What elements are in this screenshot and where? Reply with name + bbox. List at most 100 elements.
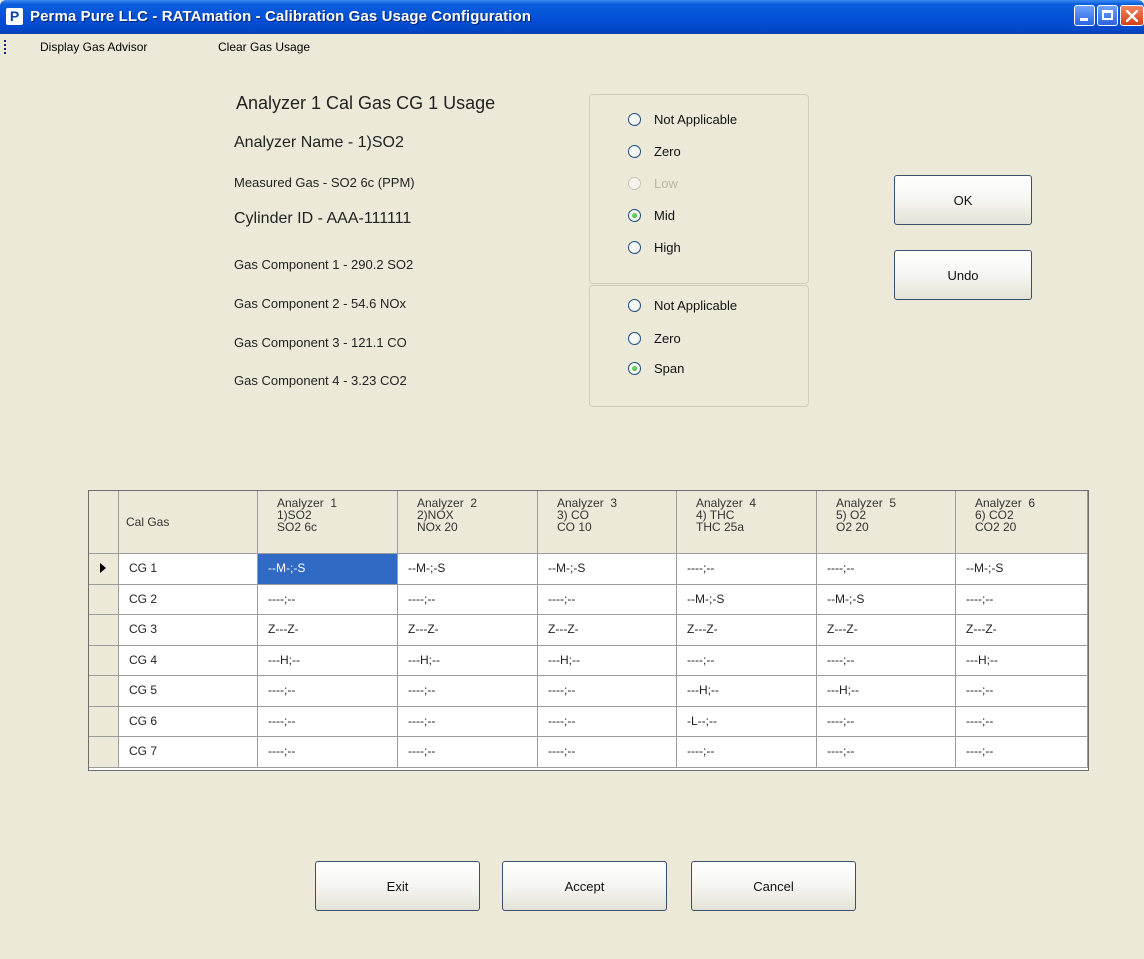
row-label-cg-4[interactable]: CG 4: [119, 646, 258, 676]
grid-cell[interactable]: ----;--: [538, 707, 677, 737]
grid-cell[interactable]: ----;--: [956, 676, 1088, 707]
grid-cell[interactable]: ---H;--: [677, 676, 817, 707]
gas-component-3: Gas Component 3 - 121.1 CO: [234, 335, 407, 350]
grid-cell[interactable]: ---H;--: [398, 646, 538, 676]
grid-cell[interactable]: ----;--: [258, 676, 398, 707]
radio-button[interactable]: [628, 332, 641, 345]
row-header[interactable]: [89, 676, 119, 707]
grid-cell[interactable]: ----;--: [538, 585, 677, 615]
row-header[interactable]: [89, 737, 119, 768]
grid-cell[interactable]: ----;--: [538, 676, 677, 707]
grid-cell[interactable]: --M-;-S: [677, 585, 817, 615]
row-header[interactable]: [89, 615, 119, 646]
cancel-button[interactable]: Cancel: [691, 861, 856, 911]
measured-gas: Measured Gas - SO2 6c (PPM): [234, 175, 415, 190]
grid-cell[interactable]: --M-;-S: [817, 585, 956, 615]
radio-button[interactable]: [628, 299, 641, 312]
grid-cell[interactable]: ----;--: [817, 737, 956, 768]
grid-cell[interactable]: ----;--: [817, 646, 956, 676]
grid-cell[interactable]: ----;--: [258, 737, 398, 768]
row-label-cg-5[interactable]: CG 5: [119, 676, 258, 707]
grid-cell[interactable]: --M-;-S: [258, 554, 398, 585]
current-row-arrow-icon: [100, 563, 106, 573]
radio-button[interactable]: [628, 362, 641, 375]
row-header[interactable]: [89, 707, 119, 737]
grid-cell[interactable]: --M-;-S: [956, 554, 1088, 585]
span-groupbox: Not Applicable Zero Span: [589, 285, 809, 407]
grid-cell[interactable]: ----;--: [956, 585, 1088, 615]
grid-cell[interactable]: Z---Z-: [398, 615, 538, 646]
grid-cell[interactable]: ----;--: [398, 676, 538, 707]
grid-cell[interactable]: ----;--: [817, 554, 956, 585]
column-header-analyzer-3[interactable]: Analyzer 3 3) CO CO 10: [538, 491, 677, 554]
row-label-cg-7[interactable]: CG 7: [119, 737, 258, 768]
grid-cell[interactable]: Z---Z-: [677, 615, 817, 646]
gas-component-1: Gas Component 1 - 290.2 SO2: [234, 257, 414, 272]
menu-grip[interactable]: [4, 40, 6, 54]
column-header-cal-gas[interactable]: Cal Gas: [119, 491, 258, 554]
grid-cell[interactable]: ----;--: [398, 585, 538, 615]
menu-bar: Display Gas Advisor Clear Gas Usage: [0, 34, 1144, 60]
radio-label: Mid: [654, 208, 675, 223]
close-button[interactable]: [1120, 5, 1144, 26]
grid-cell[interactable]: ----;--: [956, 737, 1088, 768]
column-header-analyzer-5[interactable]: Analyzer 5 5) O2 O2 20: [817, 491, 956, 554]
maximize-button[interactable]: [1097, 5, 1118, 26]
radio-button[interactable]: [628, 113, 641, 126]
minimize-button[interactable]: [1074, 5, 1095, 26]
menu-display-gas-advisor[interactable]: Display Gas Advisor: [40, 40, 147, 54]
undo-button[interactable]: Undo: [894, 250, 1032, 300]
cylinder-id: Cylinder ID - AAA-111111: [234, 210, 412, 227]
grid-cell[interactable]: --M-;-S: [538, 554, 677, 585]
grid-cell[interactable]: ----;--: [817, 707, 956, 737]
grid-cell[interactable]: ----;--: [258, 585, 398, 615]
grid-cell[interactable]: ----;--: [258, 707, 398, 737]
column-header-analyzer-6[interactable]: Analyzer 6 6) CO2 CO2 20: [956, 491, 1088, 554]
grid-cell[interactable]: ----;--: [677, 554, 817, 585]
row-header[interactable]: [89, 554, 119, 585]
column-header-analyzer-1[interactable]: Analyzer 1 1)SO2 SO2 6c: [258, 491, 398, 554]
radio-label: High: [654, 240, 681, 255]
radio-button[interactable]: [628, 209, 641, 222]
radio-label: Not Applicable: [654, 112, 738, 127]
close-icon: [1126, 10, 1138, 22]
row-label-cg-6[interactable]: CG 6: [119, 707, 258, 737]
column-header-analyzer-2[interactable]: Analyzer 2 2)NOX NOx 20: [398, 491, 538, 554]
row-label-cg-1[interactable]: CG 1: [119, 554, 258, 585]
column-header-analyzer-4[interactable]: Analyzer 4 4) THC THC 25a: [677, 491, 817, 554]
radio-label: Span: [654, 361, 685, 376]
grid-cell[interactable]: ----;--: [538, 737, 677, 768]
grid-cell[interactable]: --M-;-S: [398, 554, 538, 585]
row-header[interactable]: [89, 585, 119, 615]
grid-cell[interactable]: Z---Z-: [258, 615, 398, 646]
app-icon: P: [6, 8, 23, 25]
radio-button[interactable]: [628, 241, 641, 254]
grid-cell[interactable]: Z---Z-: [538, 615, 677, 646]
gas-component-2: Gas Component 2 - 54.6 NOx: [234, 296, 406, 311]
row-label-cg-3[interactable]: CG 3: [119, 615, 258, 646]
row-header[interactable]: [89, 646, 119, 676]
grid-cell[interactable]: Z---Z-: [817, 615, 956, 646]
grid-cell[interactable]: ---H;--: [817, 676, 956, 707]
radio-button: [628, 177, 641, 190]
menu-clear-gas-usage[interactable]: Clear Gas Usage: [218, 40, 310, 54]
grid-cell[interactable]: ----;--: [677, 737, 817, 768]
gas-component-4: Gas Component 4 - 3.23 CO2: [234, 373, 407, 388]
radio-button[interactable]: [628, 145, 641, 158]
accept-button[interactable]: Accept: [502, 861, 667, 911]
grid-cell[interactable]: ----;--: [677, 646, 817, 676]
exit-button[interactable]: Exit: [315, 861, 480, 911]
grid-cell[interactable]: Z---Z-: [956, 615, 1088, 646]
grid-cell[interactable]: ----;--: [956, 707, 1088, 737]
grid-cell[interactable]: ---H;--: [956, 646, 1088, 676]
grid-cell[interactable]: ----;--: [398, 737, 538, 768]
ok-button[interactable]: OK: [894, 175, 1032, 225]
window-title: Perma Pure LLC - RATAmation - Calibratio…: [30, 8, 531, 25]
grid-cell[interactable]: -L--;--: [677, 707, 817, 737]
maximize-icon: [1102, 10, 1113, 20]
grid-cell[interactable]: ----;--: [398, 707, 538, 737]
row-label-cg-2[interactable]: CG 2: [119, 585, 258, 615]
grid-cell[interactable]: ---H;--: [258, 646, 398, 676]
radio-label: Not Applicable: [654, 298, 738, 313]
grid-cell[interactable]: ---H;--: [538, 646, 677, 676]
